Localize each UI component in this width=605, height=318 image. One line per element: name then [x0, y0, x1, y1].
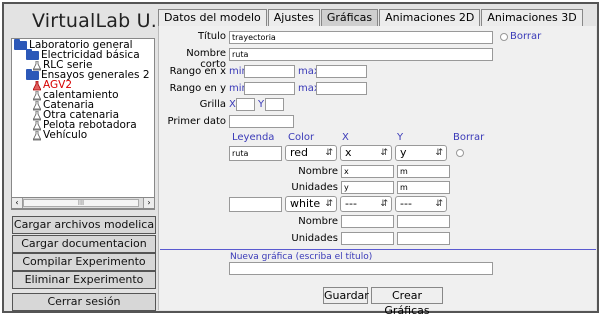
borrar-grafica-radio[interactable]: [500, 33, 508, 41]
grilla-label: Grilla: [199, 99, 226, 110]
serie-1-unidades-label: Unidades: [291, 182, 338, 193]
serie-2-nombre-label: Nombre: [298, 216, 338, 227]
grilla-x-label: X: [229, 99, 236, 110]
chevron-updown-icon: ⇵: [325, 199, 333, 209]
primer-dato-label: Primer dato: [167, 116, 226, 127]
experiment-tree[interactable]: Laboratorio general Electricidad básica …: [11, 38, 155, 210]
folder-icon: [26, 49, 39, 60]
rango-y-min-input[interactable]: [244, 82, 295, 95]
header-leyenda: Leyenda: [232, 132, 275, 143]
serie-1-color-select[interactable]: red ⇵: [285, 145, 337, 161]
guardar-button[interactable]: Guardar: [323, 287, 369, 304]
tab-animaciones-2d[interactable]: Animaciones 2D: [379, 9, 481, 26]
serie-1-nombre-x-input[interactable]: x: [341, 165, 394, 178]
scroll-left-arrow-icon[interactable]: ‹: [12, 198, 23, 208]
flask-icon: [33, 90, 41, 100]
app-title: VirtualLab U.N.: [32, 10, 178, 32]
flask-icon: [33, 100, 41, 110]
nueva-grafica-label: Nueva gráfica (escriba el título): [230, 252, 373, 262]
cargar-modelica-button[interactable]: Cargar archivos modelica: [12, 216, 156, 234]
tab-ajustes[interactable]: Ajustes: [267, 9, 320, 26]
borrar-grafica-label: Borrar: [510, 31, 542, 42]
grilla-x-input[interactable]: [236, 98, 255, 111]
titulo-label: Título: [197, 31, 226, 42]
rango-x-min-input[interactable]: [244, 65, 295, 78]
flask-icon: [33, 120, 41, 130]
serie-2-unidades-label: Unidades: [291, 233, 338, 244]
crear-graficas-button[interactable]: Crear Gráficas: [371, 287, 443, 317]
chevron-updown-icon: ⇵: [435, 148, 443, 158]
tree-item-vehiculo[interactable]: Vehículo: [33, 130, 87, 141]
folder-icon: [26, 69, 39, 80]
header-color: Color: [288, 132, 315, 143]
nueva-grafica-input[interactable]: [229, 262, 493, 275]
header-x: X: [342, 132, 349, 143]
serie-1-borrar-radio[interactable]: [456, 149, 464, 157]
cargar-documentacion-button[interactable]: Cargar documentacion: [12, 235, 156, 253]
rango-y-max-input[interactable]: [316, 82, 367, 95]
cerrar-sesion-button[interactable]: Cerrar sesión: [12, 293, 156, 311]
serie-2-nombre-y-input[interactable]: [397, 215, 450, 228]
serie-2-y-select[interactable]: --- ⇵: [395, 196, 447, 212]
serie-2-unidades-x-input[interactable]: [341, 232, 394, 245]
section-divider: [160, 249, 596, 250]
nombre-corto-input[interactable]: ruta: [229, 48, 493, 61]
folder-icon: [14, 39, 27, 50]
tab-bar: Datos del modelo Ajustes Gráficas Animac…: [158, 9, 584, 26]
flask-icon: [33, 80, 41, 90]
serie-1-nombre-y-input[interactable]: m: [397, 165, 450, 178]
header-borrar: Borrar: [453, 132, 485, 143]
chevron-updown-icon: ⇵: [325, 148, 333, 158]
serie-1-leyenda-input[interactable]: ruta: [229, 146, 282, 161]
tab-graficas[interactable]: Gráficas: [320, 9, 379, 26]
grilla-y-input[interactable]: [265, 98, 284, 111]
rango-x-max-input[interactable]: [316, 65, 367, 78]
serie-2-leyenda-input[interactable]: [229, 197, 282, 212]
serie-1-nombre-label: Nombre: [298, 166, 338, 177]
serie-1-y-select[interactable]: y ⇵: [395, 145, 447, 161]
compilar-experimento-button[interactable]: Compilar Experimento: [12, 253, 156, 271]
eliminar-experimento-button[interactable]: Eliminar Experimento: [12, 271, 156, 289]
flask-icon: [33, 110, 41, 120]
rango-y-label: Rango en y: [169, 83, 226, 94]
flask-icon: [33, 60, 41, 70]
tab-datos-del-modelo[interactable]: Datos del modelo: [158, 9, 267, 26]
grilla-y-label: Y: [258, 99, 265, 110]
serie-1-x-select[interactable]: x ⇵: [340, 145, 392, 161]
titulo-input[interactable]: trayectoria: [229, 31, 493, 44]
chevron-updown-icon: ⇵: [380, 148, 388, 158]
flask-icon: [33, 130, 41, 140]
serie-2-color-select[interactable]: white ⇵: [285, 196, 337, 212]
header-y: Y: [397, 132, 404, 143]
tree-horizontal-scrollbar[interactable]: ‹ III ›: [11, 197, 155, 209]
rango-x-label: Rango en x: [169, 66, 226, 77]
scroll-thumb[interactable]: III: [23, 199, 139, 207]
serie-1-unidades-y-input[interactable]: m: [397, 181, 450, 194]
primer-dato-input[interactable]: [229, 115, 294, 128]
serie-2-nombre-x-input[interactable]: [341, 215, 394, 228]
scroll-right-arrow-icon[interactable]: ›: [143, 198, 154, 208]
serie-2-x-select[interactable]: --- ⇵: [340, 196, 392, 212]
serie-1-unidades-x-input[interactable]: y: [341, 181, 394, 194]
chevron-updown-icon: ⇵: [380, 199, 388, 209]
tab-animaciones-3d[interactable]: Animaciones 3D: [481, 9, 583, 26]
serie-2-unidades-y-input[interactable]: [397, 232, 450, 245]
chevron-updown-icon: ⇵: [435, 199, 443, 209]
